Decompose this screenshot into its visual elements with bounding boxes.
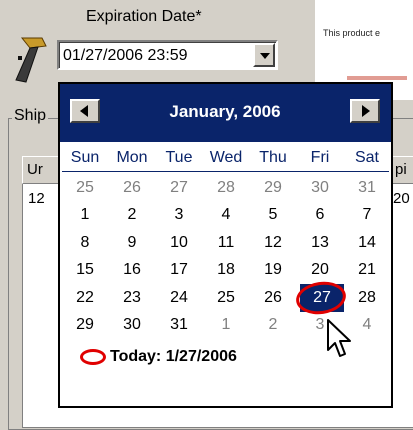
- calendar-month-title: January, 2006: [169, 102, 281, 121]
- calendar-day[interactable]: 15: [62, 256, 108, 284]
- calendar-day[interactable]: 28: [344, 284, 390, 312]
- calendar-day[interactable]: 13: [297, 229, 343, 257]
- calendar-day[interactable]: 30: [297, 174, 343, 202]
- calendar-day[interactable]: 24: [156, 284, 202, 312]
- calendar-day[interactable]: 19: [250, 256, 296, 284]
- calendar-day[interactable]: 30: [109, 311, 155, 339]
- barcode-scanner-icon[interactable]: [8, 36, 50, 86]
- expiration-date-label: Expiration Date*: [86, 8, 202, 25]
- calendar-day[interactable]: 4: [203, 201, 249, 229]
- calendar-day[interactable]: 12: [250, 229, 296, 257]
- calendar-day[interactable]: 14: [344, 229, 390, 257]
- calendar-day[interactable]: 26: [109, 174, 155, 202]
- calendar-day[interactable]: 2: [109, 201, 155, 229]
- calendar-day[interactable]: 18: [203, 256, 249, 284]
- product-notice-text: This product e: [323, 28, 381, 38]
- day-of-week-label: Sun: [70, 149, 100, 166]
- grid-column-header[interactable]: pi: [392, 156, 413, 184]
- day-of-week-label: Mon: [116, 149, 148, 166]
- day-of-week-label: Wed: [209, 149, 243, 166]
- calendar-day[interactable]: 17: [156, 256, 202, 284]
- triangle-right-icon: [362, 105, 370, 117]
- calendar-day[interactable]: 6: [297, 201, 343, 229]
- grid-cell[interactable]: 12: [28, 190, 45, 207]
- grid-cell[interactable]: 20: [393, 190, 410, 207]
- calendar-header: January, 2006: [60, 84, 391, 142]
- calendar-day[interactable]: 25: [203, 284, 249, 312]
- day-of-week-divider: [62, 171, 389, 172]
- calendar-day[interactable]: 29: [62, 311, 108, 339]
- calendar-day[interactable]: 10: [156, 229, 202, 257]
- notice-mark: [347, 76, 407, 80]
- today-text: Today: 1/27/2006: [110, 348, 237, 365]
- expiration-date-field[interactable]: 01/27/2006 23:59: [57, 40, 278, 70]
- calendar-day[interactable]: 2: [250, 311, 296, 339]
- calendar-day[interactable]: 7: [344, 201, 390, 229]
- calendar-day[interactable]: 31: [156, 311, 202, 339]
- calendar-day[interactable]: 23: [109, 284, 155, 312]
- day-of-week-label: Thu: [259, 149, 287, 166]
- calendar-day[interactable]: 21: [344, 256, 390, 284]
- calendar-day[interactable]: 1: [62, 201, 108, 229]
- expiration-date-value: 01/27/2006 23:59: [63, 47, 188, 64]
- day-of-week-row: Sun Mon Tue Wed Thu Fri Sat: [60, 145, 391, 171]
- calendar-day[interactable]: 1: [203, 311, 249, 339]
- mouse-pointer-icon: [327, 319, 351, 357]
- calendar-day[interactable]: 11: [203, 229, 249, 257]
- chevron-down-icon[interactable]: [253, 43, 275, 67]
- next-month-button[interactable]: [350, 99, 380, 123]
- previous-month-button[interactable]: [70, 99, 100, 123]
- calendar-day[interactable]: 31: [344, 174, 390, 202]
- calendar-day[interactable]: 22: [62, 284, 108, 312]
- today-circle-annotation: [80, 349, 106, 365]
- triangle-left-icon: [80, 105, 88, 117]
- calendar-day[interactable]: 16: [109, 256, 155, 284]
- calendar-day[interactable]: 20: [297, 256, 343, 284]
- day-of-week-label: Tue: [165, 149, 193, 166]
- calendar-day[interactable]: 29: [250, 174, 296, 202]
- calendar-day[interactable]: 3: [156, 201, 202, 229]
- calendar-day[interactable]: 28: [203, 174, 249, 202]
- calendar-day[interactable]: 5: [250, 201, 296, 229]
- calendar-day[interactable]: 8: [62, 229, 108, 257]
- day-of-week-label: Fri: [310, 149, 330, 166]
- shipment-group-legend: Ship: [12, 107, 49, 125]
- calendar-day[interactable]: 26: [250, 284, 296, 312]
- calendar-day[interactable]: 25: [62, 174, 108, 202]
- calendar-day[interactable]: 9: [109, 229, 155, 257]
- calendar-day[interactable]: 27: [156, 174, 202, 202]
- day-of-week-label: Sat: [354, 149, 379, 166]
